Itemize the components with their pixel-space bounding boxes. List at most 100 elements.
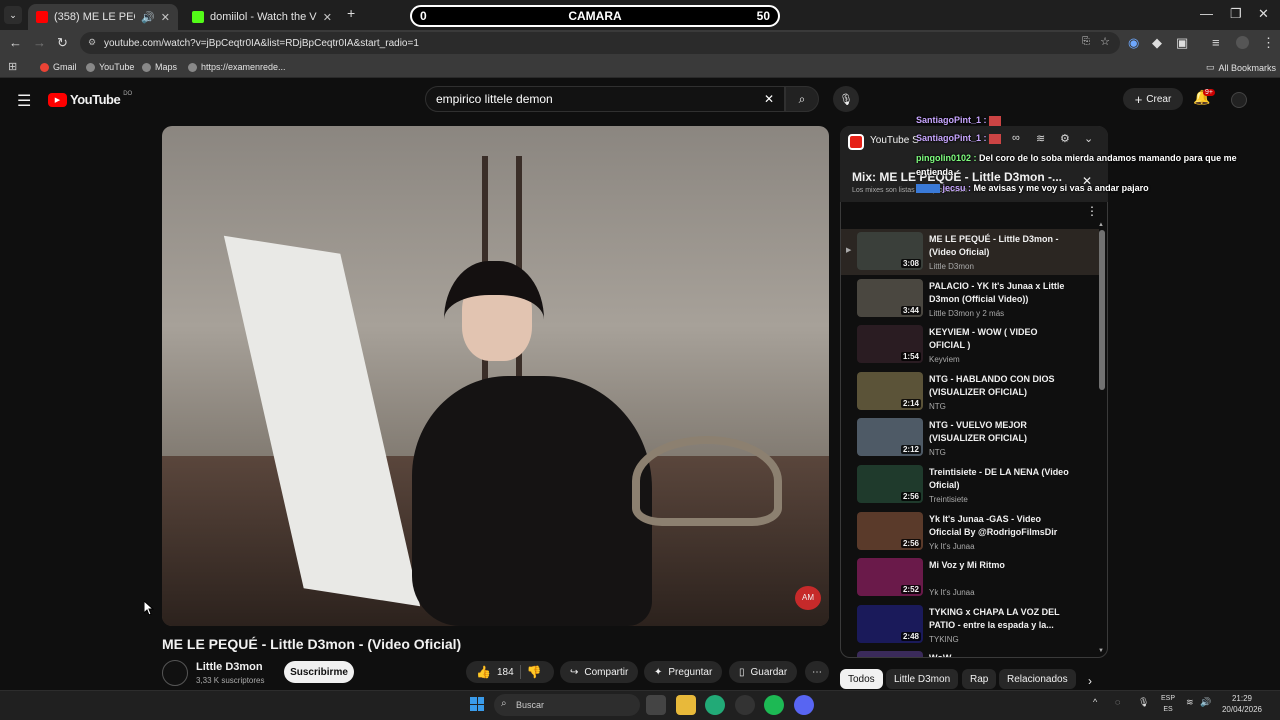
tray-chevron-icon[interactable]: ^ <box>1093 697 1097 707</box>
mouse-cursor-icon <box>144 601 154 615</box>
playlist-thumbnail[interactable]: 2:56 <box>857 511 923 550</box>
spotify-icon[interactable] <box>764 695 784 715</box>
channel-avatar[interactable] <box>162 660 188 686</box>
playlist-item[interactable]: 2:56 Treintisiete - DE LA NENA (Video Ofi… <box>841 462 1099 508</box>
duration-badge: 3:08 <box>900 259 921 268</box>
now-playing-icon: ▶ <box>846 247 852 254</box>
playlist-item-title[interactable]: Treintisiete - DE LA NENA (Video Oficial… <box>929 466 1069 492</box>
app-icon[interactable] <box>735 695 755 715</box>
chat-message: jecsu : Me avisas y me voy si vas a anda… <box>916 183 1149 194</box>
playlist-item-title[interactable]: Yk It's Junaa -GAS - Video Oficcial By @… <box>929 513 1069 539</box>
playlist-item-channel: Keyviem <box>929 355 960 365</box>
playlist-item-title[interactable]: NTG - HABLANDO CON DIOS (VISUALIZER OFIC… <box>929 373 1069 399</box>
chip-all[interactable]: Todos <box>840 669 883 689</box>
duration-badge: 2:14 <box>900 398 921 408</box>
chrome-icon[interactable] <box>705 695 725 715</box>
playlist-item-channel: Little D3mon <box>929 262 974 271</box>
playlist-thumbnail[interactable]: 2:52 <box>857 558 923 597</box>
duration-badge: 2:52 <box>900 585 921 595</box>
playlist-item-title[interactable]: PALACIO - YK It's Junaa x Little D3mon (… <box>929 280 1069 306</box>
playlist-item[interactable]: 3:44 PALACIO - YK It's Junaa x Little D3m… <box>841 276 1099 322</box>
taskbar-search[interactable]: ⌕ Buscar <box>494 694 640 716</box>
duration-badge: 1:54 <box>900 352 921 362</box>
task-view-icon[interactable] <box>646 695 666 715</box>
file-explorer-icon[interactable] <box>676 695 696 715</box>
more-icon: ⋯ <box>812 666 822 678</box>
scroll-up-icon[interactable]: ▲ <box>1098 222 1104 228</box>
chat-message: pingolin0102 : Del coro de lo soba mierd… <box>916 153 1237 177</box>
duration-badge: 2:56 <box>900 538 921 548</box>
like-icon[interactable]: 👍 <box>476 665 491 679</box>
playlist-thumbnail[interactable]: 3:08 <box>857 232 923 270</box>
tray-app-icon[interactable]: ◌ <box>1115 697 1120 707</box>
chat-badges-icon <box>916 184 940 194</box>
duration-badge: 2:48 <box>900 631 921 641</box>
share-button[interactable]: ↪ Compartir <box>560 661 639 683</box>
playlist-scrollbar[interactable] <box>1099 230 1105 390</box>
playlist-thumbnail[interactable]: 3:44 <box>857 278 923 317</box>
playlist-thumbnail[interactable]: 2:14 <box>857 371 923 410</box>
like-dislike-group: 👍 184 👎 <box>466 661 554 683</box>
chat-emote-icon <box>989 133 1002 144</box>
playlist-item-title[interactable]: KEYVIEM - WOW ( VIDEO OFICIAL ) <box>929 326 1069 352</box>
subscriber-count: 3,33 K suscriptores <box>196 676 265 685</box>
playlist-thumbnail[interactable]: 2:48 <box>857 604 923 643</box>
playlist-item-channel: NTG <box>929 401 946 411</box>
playlist-item[interactable]: 2:56 Yk It's Junaa -GAS - Video Oficcial … <box>841 509 1099 555</box>
tray-mic-icon[interactable]: 🎙 <box>1138 697 1149 708</box>
playlist-item-title[interactable]: TYKING x CHAPA LA VOZ DEL PATIO - entre … <box>929 606 1069 632</box>
playlist-thumbnail[interactable]: 1:54 <box>857 325 923 364</box>
more-actions-button[interactable]: ⋯ <box>805 661 829 683</box>
duration-badge: 2:56 <box>900 492 921 501</box>
playlist-items: ▶ 3:08 ME LE PEQUÉ - Little D3mon - (Video… <box>0 0 1280 657</box>
ask-button[interactable]: ✦ Preguntar <box>644 661 723 683</box>
playlist-thumbnail[interactable]: 2:12 <box>857 418 923 457</box>
playlist-item-channel: Yk It's Junaa <box>929 588 975 598</box>
discord-icon[interactable] <box>794 695 814 715</box>
playlist-item-title[interactable]: WoW <box>929 652 1069 657</box>
sparkle-icon: ✦ <box>654 666 663 678</box>
playlist-item[interactable]: 1:54 KEYVIEM - WOW ( VIDEO OFICIAL ) Keyvi… <box>841 322 1099 368</box>
dislike-icon[interactable]: 👎 <box>527 665 542 679</box>
playlist-item[interactable]: WoW <box>841 648 1099 657</box>
share-icon: ↪ <box>570 666 579 678</box>
duration-badge: 2:12 <box>900 445 921 455</box>
chip-related[interactable]: Relacionados <box>999 669 1076 689</box>
divider <box>519 665 521 679</box>
playlist-item-title[interactable]: ME LE PEQUÉ - Little D3mon - (Video Ofic… <box>929 233 1069 259</box>
volume-icon[interactable]: 🔊 <box>1200 697 1211 708</box>
playlist-item[interactable]: 2:12 NTG - VUELVO MEJOR (VISUALIZER OFICI… <box>841 415 1099 461</box>
playlist-item[interactable]: 2:48 TYKING x CHAPA LA VOZ DEL PATIO - en… <box>841 602 1099 648</box>
windows-start-icon[interactable] <box>470 697 484 711</box>
subscribe-button[interactable]: Suscribirme <box>284 661 354 683</box>
chip-rap[interactable]: Rap <box>962 669 997 689</box>
chip-little-d3mon[interactable]: Little D3mon <box>886 669 959 689</box>
playlist-item-title[interactable]: Mi Voz y Mi Ritmo <box>929 559 1069 572</box>
save-button[interactable]: ▯ Guardar <box>729 661 798 683</box>
playlist-item-channel: Little D3mon y 2 más <box>929 308 1005 318</box>
chat-message: SantiagoPint_1 : <box>916 115 1002 126</box>
related-chips: Todos Little D3mon Rap Relacionados <box>840 669 1100 689</box>
playlist-item-channel: Treintisiete <box>929 495 968 504</box>
playlist-item-channel: Yk It's Junaa <box>929 541 975 551</box>
chat-message: SantiagoPint_1 : <box>916 133 1002 144</box>
like-count[interactable]: 184 <box>497 667 514 678</box>
playlist-thumbnail[interactable]: 2:56 <box>857 465 923 503</box>
wifi-icon[interactable]: ≋ <box>1186 697 1194 708</box>
search-icon: ⌕ <box>501 698 507 709</box>
channel-name[interactable]: Little D3mon <box>196 661 263 673</box>
playlist-item-title[interactable]: NTG - VUELVO MEJOR (VISUALIZER OFICIAL) <box>929 419 1069 445</box>
playlist-item[interactable]: ▶ 3:08 ME LE PEQUÉ - Little D3mon - (Video… <box>841 229 1099 275</box>
chips-next-icon[interactable]: › <box>1088 674 1092 688</box>
taskbar <box>0 690 1280 720</box>
taskbar-clock[interactable]: 21:29 20/04/2026 <box>1212 693 1272 715</box>
save-bookmark-icon: ▯ <box>739 666 745 678</box>
duration-badge: 3:44 <box>900 305 921 315</box>
language-indicator[interactable]: ESP ES <box>1155 693 1181 715</box>
playlist-item-channel: NTG <box>929 448 946 458</box>
playlist-thumbnail[interactable] <box>857 651 923 657</box>
scroll-down-icon[interactable]: ▼ <box>1098 648 1104 654</box>
playlist-item[interactable]: 2:52 Mi Voz y Mi Ritmo Yk It's Junaa <box>841 555 1099 601</box>
chat-emote-icon <box>989 115 1002 126</box>
playlist-item[interactable]: 2:14 NTG - HABLANDO CON DIOS (VISUALIZER … <box>841 369 1099 415</box>
